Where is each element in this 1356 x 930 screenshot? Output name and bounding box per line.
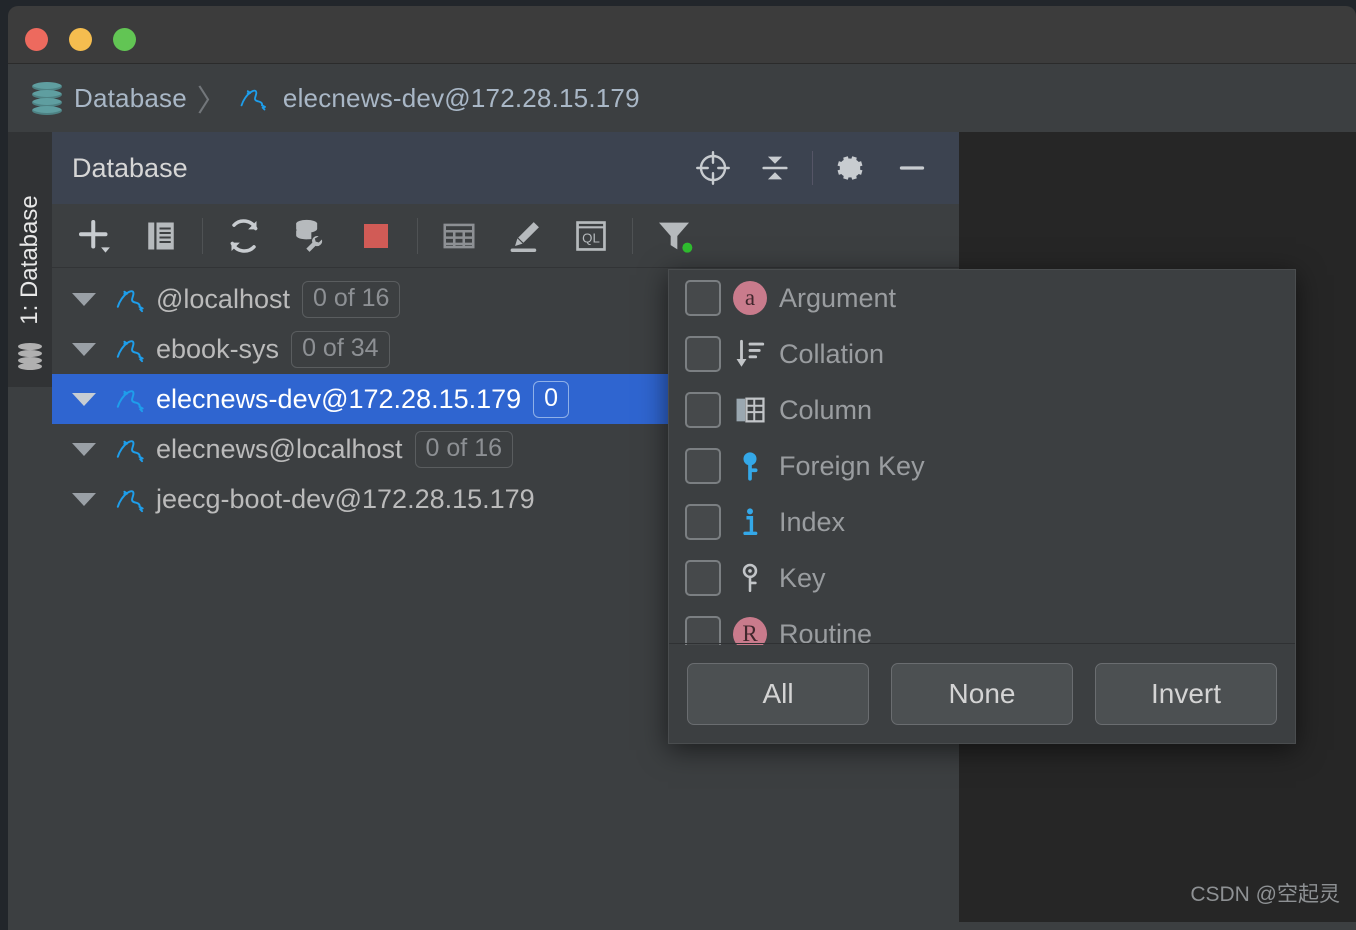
refresh-icon[interactable] <box>211 208 277 264</box>
chevron-down-icon[interactable] <box>62 392 106 406</box>
index-info-icon <box>721 505 779 539</box>
filter-item-collation[interactable]: Collation <box>669 326 1295 382</box>
filter-item-label: Routine <box>779 618 873 646</box>
tool-window-header: Database <box>52 132 959 204</box>
close-window-button[interactable] <box>25 28 48 51</box>
tool-window-header-actions <box>682 140 943 196</box>
stripe-empty-area <box>8 387 52 922</box>
svg-text:QL: QL <box>582 230 600 245</box>
tree-item-label: elecnews@localhost <box>156 433 403 464</box>
filter-item-routine[interactable]: R Routine <box>669 606 1295 645</box>
db-tools-icon[interactable] <box>277 208 343 264</box>
database-toolbar: QL <box>52 204 959 268</box>
object-filter-list: a Argument Collation Column Foreign Key … <box>669 270 1295 645</box>
modify-icon[interactable] <box>492 208 558 264</box>
checkbox[interactable] <box>685 616 721 645</box>
filter-item-index[interactable]: Index <box>669 494 1295 550</box>
tool-window-stripe-database[interactable]: 1: Database <box>8 132 52 387</box>
traffic-lights <box>25 28 136 51</box>
object-filter-popup: a Argument Collation Column Foreign Key … <box>668 269 1296 744</box>
database-stack-icon <box>32 82 62 115</box>
query-console-icon[interactable]: QL <box>558 208 624 264</box>
breadcrumb-root-label: Database <box>74 82 187 113</box>
chevron-down-icon[interactable] <box>62 342 106 356</box>
mysql-dolphin-icon <box>106 281 156 317</box>
minimize-window-button[interactable] <box>69 28 92 51</box>
tree-item-label: ebook-sys <box>156 333 280 364</box>
breadcrumb-item-database[interactable]: Database <box>32 82 187 115</box>
chevron-down-icon[interactable] <box>62 442 106 456</box>
scroll-from-source-icon[interactable] <box>682 140 744 196</box>
filter-funnel-icon[interactable] <box>641 208 707 264</box>
checkbox[interactable] <box>685 560 721 596</box>
select-none-button[interactable]: None <box>891 662 1073 725</box>
filter-item-column[interactable]: Column <box>669 382 1295 438</box>
mysql-dolphin-icon <box>106 381 156 417</box>
tree-item-label: jeecg-boot-dev@172.28.15.179 <box>156 483 535 514</box>
filter-item-label: Index <box>779 506 846 537</box>
invert-selection-button[interactable]: Invert <box>1095 662 1277 725</box>
filter-item-foreign-key[interactable]: Foreign Key <box>669 438 1295 494</box>
routine-badge-icon: R <box>721 617 779 645</box>
breadcrumb-item-datasource[interactable]: elecnews-dev@172.28.15.179 <box>237 81 640 115</box>
header-divider <box>812 151 813 185</box>
checkbox[interactable] <box>685 504 721 540</box>
chevron-down-icon[interactable] <box>62 492 106 506</box>
app-window: Database 〉 elecnews-dev@172.28.15.179 1:… <box>0 0 1356 930</box>
watermark: CSDN @空起灵 <box>1190 883 1340 906</box>
table-editor-icon[interactable] <box>426 208 492 264</box>
tree-item-label: elecnews-dev@172.28.15.179 <box>156 383 522 414</box>
breadcrumb-separator-icon: 〉 <box>196 85 227 118</box>
checkbox[interactable] <box>685 280 721 316</box>
filter-item-key[interactable]: Key <box>669 550 1295 606</box>
window-bottom-edge <box>8 922 1356 930</box>
settings-gear-icon[interactable] <box>819 140 881 196</box>
foreign-key-icon <box>721 449 779 483</box>
checkbox[interactable] <box>685 336 721 372</box>
checkbox[interactable] <box>685 448 721 484</box>
key-icon <box>721 561 779 595</box>
stop-icon[interactable] <box>343 208 409 264</box>
mysql-dolphin-icon <box>106 481 156 517</box>
collapse-all-icon[interactable] <box>744 140 806 196</box>
tree-item-label: @localhost <box>156 283 290 314</box>
filter-item-label: Collation <box>779 338 885 369</box>
chevron-down-icon[interactable] <box>62 292 106 306</box>
collation-sort-icon <box>721 337 779 371</box>
breadcrumb-leaf-label: elecnews-dev@172.28.15.179 <box>282 82 640 113</box>
argument-badge-icon: a <box>721 281 779 315</box>
filter-popup-footer: All None Invert <box>669 643 1295 743</box>
filter-item-label: Column <box>779 394 873 425</box>
mysql-dolphin-icon <box>106 431 156 467</box>
tree-item-badge: 0 of 16 <box>414 430 513 468</box>
tree-item-badge: 0 of 16 <box>301 280 401 318</box>
checkbox[interactable] <box>685 392 721 428</box>
filter-item-label: Key <box>779 562 826 593</box>
select-all-button[interactable]: All <box>687 662 869 725</box>
tree-item-badge: 0 <box>533 380 570 418</box>
breadcrumb: Database 〉 elecnews-dev@172.28.15.179 <box>8 64 1356 132</box>
tool-window-title: Database <box>72 152 188 183</box>
add-new-icon[interactable] <box>62 208 128 264</box>
hide-minimize-icon[interactable] <box>881 140 943 196</box>
filter-item-label: Foreign Key <box>779 450 925 481</box>
column-table-icon <box>721 393 779 427</box>
filter-item-argument[interactable]: a Argument <box>669 270 1295 326</box>
tree-item-badge: 0 of 34 <box>291 330 390 368</box>
toolbar-divider-2 <box>417 217 418 254</box>
mysql-dolphin-icon <box>237 81 271 115</box>
toolbar-divider-3 <box>632 217 633 254</box>
stripe-label: 1: Database <box>16 194 43 325</box>
window-titlebar <box>8 6 1356 64</box>
database-stack-icon <box>18 343 42 370</box>
mysql-dolphin-icon <box>106 331 156 367</box>
toolbar-divider <box>202 217 203 254</box>
filter-item-label: Argument <box>779 282 897 313</box>
zoom-window-button[interactable] <box>113 28 136 51</box>
duplicate-icon[interactable] <box>128 208 194 264</box>
